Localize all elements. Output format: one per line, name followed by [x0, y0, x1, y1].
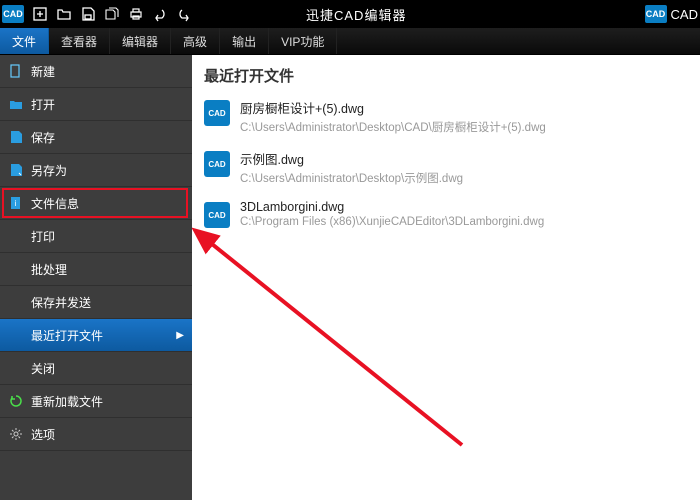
sidebar-item-recent[interactable]: 最近打开文件 ▶ [0, 319, 192, 352]
panel-heading: 最近打开文件 [204, 65, 688, 86]
tab-vip[interactable]: VIP功能 [269, 28, 337, 54]
save-as-icon [8, 163, 23, 177]
cad-file-icon: CAD [204, 100, 230, 126]
cad-file-icon: CAD [204, 202, 230, 228]
undo-icon[interactable] [149, 3, 171, 25]
cad-file-icon: CAD [204, 151, 230, 177]
sidebar-item-print[interactable]: 打印 [0, 220, 192, 253]
tab-editor[interactable]: 编辑器 [110, 28, 171, 54]
sidebar-item-open[interactable]: 打开 [0, 88, 192, 121]
recent-file-name: 3DLamborgini.dwg [240, 200, 544, 214]
app-title: 迅捷CAD编辑器 [306, 5, 406, 24]
save-icon[interactable] [77, 3, 99, 25]
svg-text:i: i [14, 199, 16, 208]
recent-file-name: 示例图.dwg [240, 149, 463, 168]
sidebar-item-close[interactable]: 关闭 [0, 352, 192, 385]
sidebar-item-savesend[interactable]: 保存并发送 [0, 286, 192, 319]
tab-advanced[interactable]: 高级 [171, 28, 220, 54]
brand-badge-icon: CAD [645, 5, 667, 23]
tab-output[interactable]: 输出 [220, 28, 269, 54]
sidebar-item-new[interactable]: 新建 [0, 55, 192, 88]
print-icon[interactable] [125, 3, 147, 25]
sidebar-item-reload[interactable]: 重新加载文件 [0, 385, 192, 418]
open-icon[interactable] [53, 3, 75, 25]
new-icon[interactable] [29, 3, 51, 25]
recent-file-row[interactable]: CAD 厨房橱柜设计+(5).dwg C:\Users\Administrato… [204, 98, 688, 135]
sidebar-item-batch[interactable]: 批处理 [0, 253, 192, 286]
file-info-icon: i [8, 196, 23, 210]
sidebar-item-label: 保存并发送 [31, 294, 91, 311]
sidebar-item-save[interactable]: 保存 [0, 121, 192, 154]
sidebar-item-label: 打印 [31, 228, 55, 245]
sidebar-item-label: 最近打开文件 [31, 327, 103, 344]
recent-files-panel: 最近打开文件 CAD 厨房橱柜设计+(5).dwg C:\Users\Admin… [192, 55, 700, 500]
file-menu-sidebar: 新建 打开 保存 另存为 i 文件信息 打印 批处理 保存并发送 [0, 55, 192, 500]
save-all-icon[interactable] [101, 3, 123, 25]
redo-icon[interactable] [173, 3, 195, 25]
sidebar-item-fileinfo[interactable]: i 文件信息 [0, 187, 192, 220]
recent-file-path: C:\Users\Administrator\Desktop\CAD\厨房橱柜设… [240, 119, 546, 135]
sidebar-item-label: 保存 [31, 129, 55, 146]
recent-file-name: 厨房橱柜设计+(5).dwg [240, 98, 546, 117]
sidebar-item-saveas[interactable]: 另存为 [0, 154, 192, 187]
sidebar-item-label: 另存为 [31, 162, 67, 179]
folder-open-icon [8, 97, 23, 111]
chevron-right-icon: ▶ [176, 330, 184, 341]
sidebar-item-label: 重新加载文件 [31, 393, 103, 410]
sidebar-item-options[interactable]: 选项 [0, 418, 192, 451]
recent-file-path: C:\Users\Administrator\Desktop\示例图.dwg [240, 170, 463, 186]
file-new-icon [8, 64, 23, 78]
brand-badge-text: CAD [671, 7, 698, 22]
recent-file-path: C:\Program Files (x86)\XunjieCADEditor\3… [240, 216, 544, 228]
gear-icon [8, 427, 23, 441]
sidebar-item-label: 文件信息 [31, 195, 79, 212]
sidebar-item-label: 选项 [31, 426, 55, 443]
sidebar-item-label: 批处理 [31, 261, 67, 278]
sidebar-item-label: 新建 [31, 63, 55, 80]
sidebar-item-label: 打开 [31, 96, 55, 113]
recent-file-row[interactable]: CAD 示例图.dwg C:\Users\Administrator\Deskt… [204, 149, 688, 186]
sidebar-item-label: 关闭 [31, 360, 55, 377]
tab-viewer[interactable]: 查看器 [49, 28, 110, 54]
reload-icon [8, 394, 23, 408]
app-logo-icon: CAD [2, 5, 24, 23]
title-bar: CAD 迅捷CAD编辑器 CAD CAD [0, 0, 700, 28]
tab-file[interactable]: 文件 [0, 28, 49, 54]
save-icon [8, 130, 23, 144]
recent-file-row[interactable]: CAD 3DLamborgini.dwg C:\Program Files (x… [204, 200, 688, 228]
menu-bar: 文件 查看器 编辑器 高级 输出 VIP功能 [0, 28, 700, 55]
